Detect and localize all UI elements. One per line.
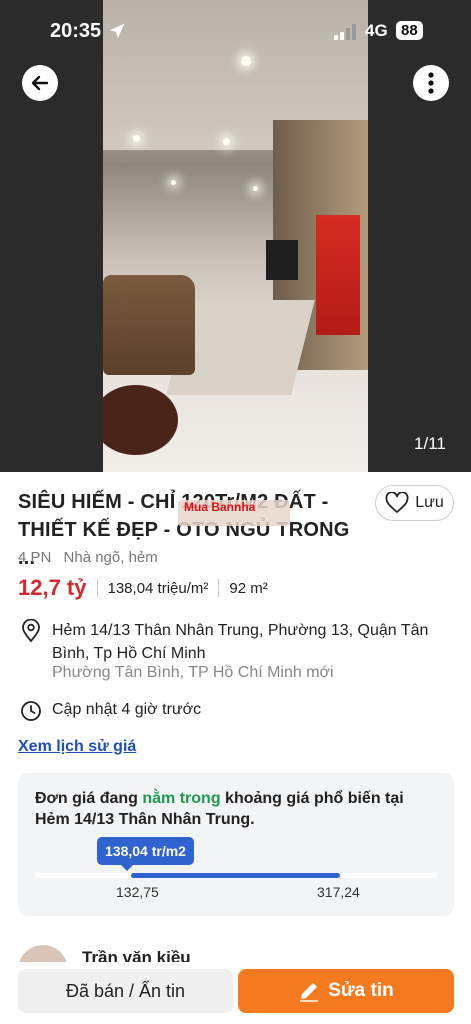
property-type: Nhà ngõ, hẻm (63, 549, 158, 566)
battery-level: 88 (396, 21, 423, 40)
price-range-text: Đơn giá đang nằm trong khoảng giá phổ bi… (35, 790, 404, 828)
more-vertical-icon (428, 72, 434, 94)
back-arrow-icon (31, 75, 49, 91)
price-row: 12,7 tỷ 138,04 triệu/m² 92 m² (18, 573, 268, 603)
range-low-label: 132,75 (116, 884, 159, 900)
divider (218, 579, 220, 597)
network-type: 4G (365, 21, 388, 40)
photo-counter: 1/11 (414, 434, 446, 453)
price-range-card: Đơn giá đang nằm trong khoảng giá phổ bi… (18, 773, 454, 916)
price-range-bar (131, 873, 340, 878)
edit-listing-button[interactable]: Sửa tin (238, 969, 454, 1013)
back-button[interactable] (22, 65, 58, 101)
divider (96, 579, 98, 597)
more-options-button[interactable] (413, 65, 449, 101)
watermark-logo: Mua Bannha (178, 500, 290, 526)
updated-time: Cập nhật 4 giờ trước (52, 701, 202, 718)
heart-icon (385, 492, 409, 513)
address-new: Phường Tân Bình, TP Hồ Chí Minh mới (52, 664, 334, 681)
edit-label: Sửa tin (328, 980, 394, 1001)
status-time: 20:35 (50, 20, 102, 42)
listing-meta: 4 PN Nhà ngõ, hẻm (18, 549, 166, 566)
price: 12,7 tỷ (18, 575, 87, 600)
signal-icon (334, 24, 356, 40)
range-status: nằm trong (142, 790, 221, 807)
pencil-icon (300, 983, 319, 1002)
listing-photo[interactable] (103, 0, 368, 472)
sold-hide-button[interactable]: Đã bán / Ẩn tin (18, 969, 233, 1013)
price-per-m2: 138,04 triệu/m² (107, 579, 209, 597)
current-price-bubble: 138,04 tr/m2 (97, 837, 194, 871)
navigation-arrow-icon (109, 23, 125, 39)
address: Hẻm 14/13 Thân Nhân Trung, Phường 13, Qu… (52, 622, 429, 662)
clock-icon (21, 701, 41, 721)
photo-gallery[interactable]: 20:35 4G 88 1/11 (0, 0, 471, 472)
sold-hide-label: Đã bán / Ẩn tin (65, 980, 186, 1001)
save-label: Lưu (415, 494, 444, 511)
price-history-link[interactable]: Xem lịch sử giá (18, 738, 136, 756)
status-bar: 20:35 4G 88 (0, 0, 471, 64)
area: 92 m² (229, 579, 268, 597)
save-button[interactable]: Lưu (375, 485, 454, 521)
range-high-label: 317,24 (317, 884, 360, 900)
location-pin-icon (22, 619, 40, 643)
bedrooms: 4 PN (18, 549, 52, 566)
